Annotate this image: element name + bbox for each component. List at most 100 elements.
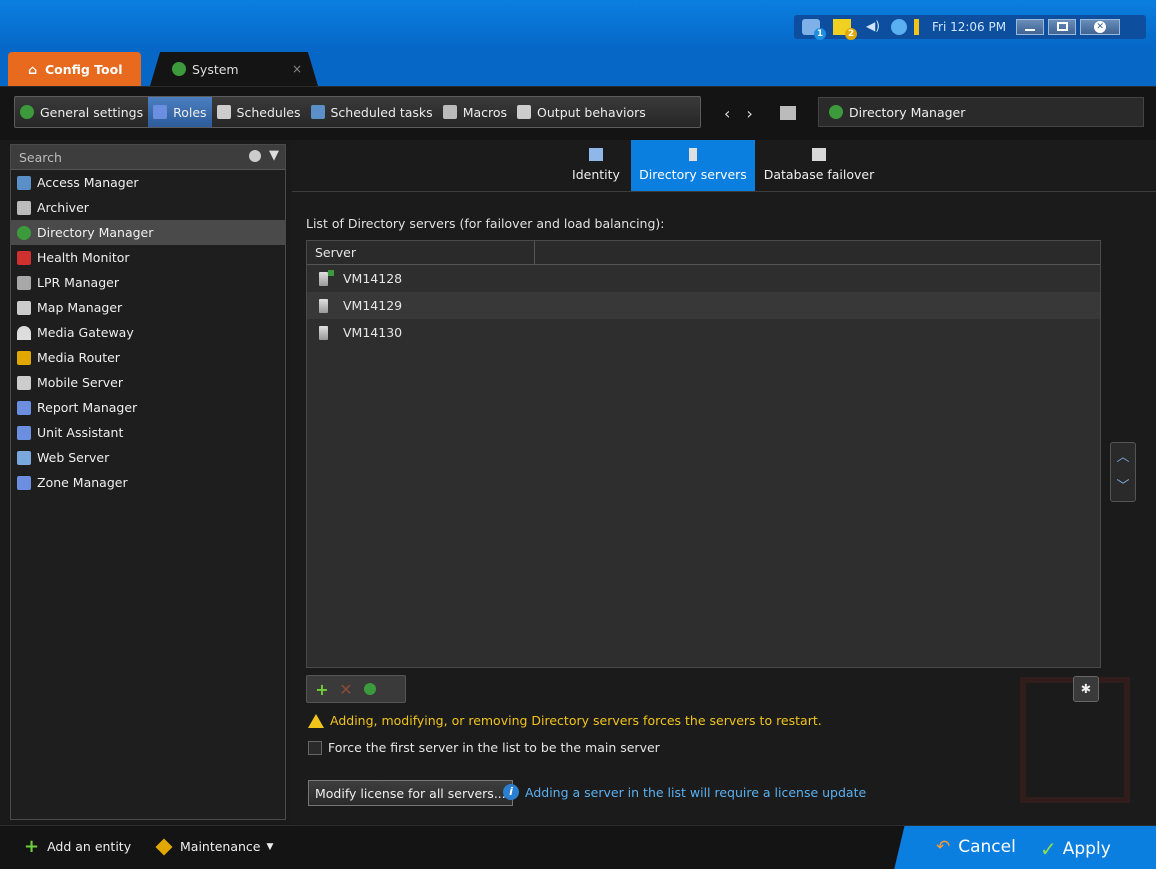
force-main-server-label: Force the first server in the list to be… bbox=[328, 740, 660, 755]
maintenance-menu[interactable]: Maintenance ▼ bbox=[155, 838, 274, 855]
delete-icon[interactable]: ✕ bbox=[337, 680, 355, 699]
unit-assistant-icon bbox=[17, 425, 31, 440]
mobile-server-icon bbox=[17, 375, 31, 390]
task-output-behaviors[interactable]: Output behaviors bbox=[512, 97, 651, 127]
home-icon: ⌂ bbox=[28, 61, 37, 77]
entity-label: Map Manager bbox=[37, 300, 123, 315]
hierarchy-icon[interactable] bbox=[780, 106, 796, 120]
security-desk-icon[interactable]: 1 bbox=[802, 19, 826, 40]
column-server[interactable]: Server bbox=[315, 241, 535, 264]
info-icon: i bbox=[503, 784, 519, 800]
table-row[interactable]: VM14130 bbox=[307, 319, 1100, 346]
move-up-icon[interactable]: ︿ bbox=[1111, 443, 1135, 472]
entity-mobile-server[interactable]: Mobile Server bbox=[11, 370, 285, 395]
add-entity-button[interactable]: + Add an entity bbox=[24, 835, 131, 857]
current-entity-box[interactable]: Directory Manager bbox=[818, 97, 1144, 127]
tab-directory-servers[interactable]: Directory servers bbox=[631, 140, 755, 191]
add-entity-icon: + bbox=[24, 835, 40, 857]
filter-icon[interactable]: ▼ bbox=[269, 149, 279, 162]
identity-icon bbox=[589, 148, 603, 161]
main-panel: Identity Directory servers Database fail… bbox=[292, 140, 1156, 825]
entity-media-router[interactable]: Media Router bbox=[11, 345, 285, 370]
minimize-button[interactable] bbox=[1016, 19, 1045, 35]
tab-system-label: System bbox=[192, 61, 239, 77]
health-plus-icon[interactable]: 2 bbox=[833, 19, 857, 40]
forward-arrow-icon[interactable]: › bbox=[746, 104, 768, 123]
title-bar: 1 2 ◀) Fri 12:06 PM ✕ bbox=[0, 0, 1156, 50]
tab-system[interactable]: System × bbox=[150, 52, 318, 86]
entity-lpr-manager[interactable]: LPR Manager bbox=[11, 270, 285, 295]
action-bar bbox=[894, 826, 1156, 869]
search-input[interactable]: Search ▼ bbox=[11, 145, 285, 170]
warning-text: Adding, modifying, or removing Directory… bbox=[330, 713, 822, 728]
entity-label: Web Server bbox=[37, 450, 110, 465]
move-down-icon[interactable]: ﹀ bbox=[1111, 472, 1135, 501]
server-icon bbox=[319, 298, 328, 313]
roles-icon bbox=[153, 105, 168, 119]
entity-browser: Search ▼ Access Manager Archiver Directo… bbox=[10, 144, 286, 820]
refresh-icon[interactable] bbox=[249, 150, 261, 162]
entity-access-manager[interactable]: Access Manager bbox=[11, 170, 285, 195]
reorder-control: ︿ ﹀ bbox=[1110, 442, 1136, 502]
cancel-label: Cancel bbox=[958, 837, 1016, 857]
task-general-settings[interactable]: General settings bbox=[15, 97, 148, 127]
entity-zone-manager[interactable]: Zone Manager bbox=[11, 470, 285, 495]
entity-media-gateway[interactable]: Media Gateway bbox=[11, 320, 285, 345]
entity-health-monitor[interactable]: Health Monitor bbox=[11, 245, 285, 270]
entity-label: Directory Manager bbox=[37, 225, 154, 240]
task-scheduled-tasks[interactable]: Scheduled tasks bbox=[306, 97, 438, 127]
entity-map-manager[interactable]: Map Manager bbox=[11, 295, 285, 320]
volume-icon[interactable]: ◀) bbox=[866, 19, 884, 35]
server-name: VM14129 bbox=[343, 298, 403, 313]
close-tab-icon[interactable]: × bbox=[292, 62, 302, 76]
task-schedules[interactable]: Schedules bbox=[212, 97, 306, 127]
entity-label: Health Monitor bbox=[37, 250, 130, 265]
set-main-icon[interactable] bbox=[361, 680, 379, 698]
table-row[interactable]: VM14129 bbox=[307, 292, 1100, 319]
tab-label: Identity bbox=[572, 167, 620, 182]
task-label: Scheduled tasks bbox=[330, 104, 433, 120]
entity-archiver[interactable]: Archiver bbox=[11, 195, 285, 220]
back-arrow-icon[interactable]: ‹ bbox=[724, 104, 746, 123]
output-behaviors-icon bbox=[517, 105, 532, 119]
chevron-down-icon: ▼ bbox=[266, 841, 274, 852]
add-icon[interactable]: + bbox=[313, 680, 331, 699]
task-label: General settings bbox=[40, 104, 144, 120]
tab-config-tool[interactable]: ⌂ Config Tool bbox=[8, 52, 141, 86]
force-main-server-option[interactable]: Force the first server in the list to be… bbox=[308, 740, 660, 755]
close-window-button[interactable]: ✕ bbox=[1080, 19, 1121, 35]
task-macros[interactable]: Macros bbox=[438, 97, 512, 127]
globe-icon[interactable] bbox=[891, 19, 907, 35]
task-bar: General settings Roles Schedules Schedul… bbox=[14, 96, 701, 128]
modify-license-button[interactable]: Modify license for all servers... bbox=[308, 780, 513, 806]
force-main-server-checkbox[interactable] bbox=[308, 740, 322, 755]
scheduled-tasks-icon bbox=[310, 105, 325, 119]
database-failover-icon bbox=[812, 148, 826, 161]
cancel-button[interactable]: ↶ Cancel bbox=[936, 837, 1016, 857]
entity-report-manager[interactable]: Report Manager bbox=[11, 395, 285, 420]
server-list-label: List of Directory servers (for failover … bbox=[306, 216, 665, 231]
tab-database-failover[interactable]: Database failover bbox=[759, 140, 879, 191]
calendar-icon bbox=[216, 105, 231, 119]
entity-unit-assistant[interactable]: Unit Assistant bbox=[11, 420, 285, 445]
apply-button[interactable]: ✓ Apply bbox=[1040, 837, 1111, 861]
archiver-icon bbox=[17, 200, 31, 215]
entity-label: Report Manager bbox=[37, 400, 138, 415]
task-label: Output behaviors bbox=[537, 104, 646, 120]
license-info-text: Adding a server in the list will require… bbox=[525, 784, 867, 800]
table-row[interactable]: VM14128 bbox=[307, 265, 1100, 292]
tab-identity[interactable]: Identity bbox=[562, 140, 630, 191]
entity-directory-manager[interactable]: Directory Manager bbox=[11, 220, 285, 245]
entity-web-server[interactable]: Web Server bbox=[11, 445, 285, 470]
advanced-settings-icon[interactable]: ✱ bbox=[1073, 676, 1099, 702]
entity-label: Unit Assistant bbox=[37, 425, 124, 440]
warning-icon bbox=[308, 713, 324, 728]
server-icon bbox=[689, 148, 697, 161]
maximize-button[interactable] bbox=[1048, 19, 1077, 35]
search-placeholder: Search bbox=[19, 149, 62, 165]
entity-label: Mobile Server bbox=[37, 375, 123, 390]
task-roles[interactable]: Roles bbox=[148, 97, 212, 127]
search-tools: ▼ bbox=[249, 149, 279, 162]
restart-warning: Adding, modifying, or removing Directory… bbox=[308, 713, 822, 728]
media-gateway-icon bbox=[17, 325, 31, 340]
